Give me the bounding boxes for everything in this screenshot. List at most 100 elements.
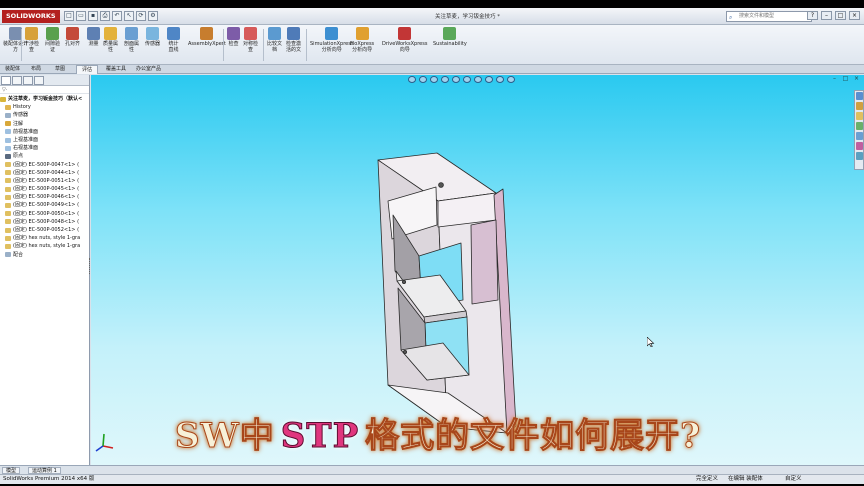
sheet-metal-cabinet-model[interactable] [91,75,864,465]
options-icon[interactable]: ⚙ [148,11,158,21]
ribbon-separator [223,29,224,61]
tree-item-root[interactable]: 关注草麦，学习钣金技巧（默认< [0,95,89,103]
symmetry-check-icon [244,27,257,40]
display-manager-tab-icon[interactable] [34,76,44,85]
ribbon-button-check[interactable]: 检查 [227,27,240,47]
tree-item-right-plane[interactable]: 右视基准面 [0,144,89,152]
select-icon[interactable]: ↖ [124,11,134,21]
ribbon-button-sustainability[interactable]: Sustainability [433,27,467,47]
tree-item-origin[interactable]: 原点 [0,152,89,160]
assemblyxpert-icon [200,27,214,40]
search-placeholder: 搜索文件和模型 [739,13,775,19]
ribbon-button-section-properties[interactable]: 剖面属 性 [124,27,139,53]
tree-item-mates[interactable]: 配合 [0,251,89,259]
ribbon-button-measure[interactable]: 测量 [87,27,100,47]
minimize-button[interactable]: – [821,11,832,20]
property-manager-tab-icon[interactable] [12,76,22,85]
tab-model[interactable]: 模型 [2,467,21,474]
simulationxpress-icon [325,27,339,40]
ribbon-separator [306,29,307,61]
open-file-icon[interactable]: ▭ [76,11,86,21]
floxpress-icon [355,27,369,40]
search-input[interactable]: ⌕ 搜索文件和模型 [726,11,812,22]
tree-filter[interactable]: ▽· [0,86,89,94]
tree-item-component[interactable]: (固定) EC-500P-0044<1> ( [0,169,89,177]
plane-icon [5,145,11,151]
ribbon-button-mass-properties[interactable]: 质量属 性 [103,27,118,53]
feature-manager-panel: ▽· 关注草麦，学习钣金技巧（默认< History 传感器 注解 前视基准面 … [0,75,90,465]
configuration-manager-tab-icon[interactable] [23,76,33,85]
tree-item-component[interactable]: (固定) EC-500P-0050<1> ( [0,210,89,218]
tab-assembly[interactable]: 装配体 [0,65,25,74]
tree-item-component[interactable]: (固定) EC-500P-0048<1> ( [0,218,89,226]
tab-layout[interactable]: 布局 [26,65,46,74]
tree-item-history[interactable]: History [0,103,89,111]
tree-item-component[interactable]: (固定) EC-500P-0052<1> ( [0,226,89,234]
bottom-tab-bar: 模型 运动算例 1 [0,465,864,474]
tree-item-component[interactable]: (固定) EC-500P-0047<1> ( [0,161,89,169]
check-active-icon [287,27,300,40]
tree-item-annotations[interactable]: 注解 [0,120,89,128]
part-icon [5,170,11,176]
ribbon-button-statistics[interactable]: 统计 直线 [167,27,180,53]
ribbon-button-assemblyxpert[interactable]: AssemblyXpert [188,27,226,47]
tree-item-component[interactable]: (固定) EC-500P-0051<1> ( [0,177,89,185]
rebuild-icon[interactable]: ⟳ [136,11,146,21]
feature-tree: 关注草麦，学习钣金技巧（默认< History 传感器 注解 前视基准面 上视基… [0,94,89,259]
tree-item-component[interactable]: (固定) EC-500P-0046<1> ( [0,193,89,201]
origin-icon [5,153,11,159]
tab-evaluate[interactable]: 评估 [76,65,99,74]
part-icon [5,186,11,192]
part-icon [5,219,11,225]
maximize-button[interactable]: □ [835,11,846,20]
ribbon-button-sensor[interactable]: 传感器 [145,27,160,47]
status-editing: 在编辑 装配体 [728,476,763,482]
ribbon-separator [21,29,22,61]
folder-icon [5,104,11,110]
ribbon-button-hole-alignment[interactable]: 孔对齐 [65,27,80,47]
ribbon-button-driveworksxpress[interactable]: DriveWorksXpress 向导 [382,27,427,53]
driveworksxpress-icon [398,27,412,40]
mouse-cursor-icon [647,337,655,347]
ribbon-button-floxpress[interactable]: FloXpress 分析向导 [350,27,374,53]
tree-item-front-plane[interactable]: 前视基准面 [0,128,89,136]
reference-triad-icon [95,433,114,452]
tree-item-component[interactable]: (固定) hex nuts, style 1-gra [0,234,89,242]
tree-item-component[interactable]: (固定) EC-500P-0049<1> ( [0,201,89,209]
tree-item-component[interactable]: (固定) hex nuts, style 1-gra [0,242,89,250]
ribbon-button-symmetry-check[interactable]: 对称检 查 [243,27,258,53]
save-icon[interactable]: ▪ [88,11,98,21]
video-caption: SW中 STP 格式的文件如何展开? [175,416,702,457]
annotation-icon [5,121,11,127]
ribbon-button-simulationxpress[interactable]: SimulationXpress 分析向导 [310,27,353,53]
tab-sketch[interactable]: 草图 [50,65,70,74]
ribbon-button-check-active[interactable]: 检查激 活的文 [286,27,301,53]
check-icon [227,27,240,40]
print-icon[interactable]: ⎙ [100,11,110,21]
ribbon-button-clearance[interactable]: 间隙验 证 [45,27,60,53]
plane-icon [5,129,11,135]
new-file-icon[interactable]: □ [64,11,74,21]
ribbon-button-interference[interactable]: 干涉检 查 [24,27,39,53]
tab-markup[interactable]: 覆盖工具 [101,65,131,74]
sensor-icon [146,27,159,40]
solidworks-logo[interactable]: SOLIDWORKS [2,10,60,23]
interference-icon [25,27,38,40]
tab-office-products[interactable]: 办公室产品 [131,65,166,74]
help-icon[interactable]: ? [807,11,818,20]
solidworks-window: SOLIDWORKS □ ▭ ▪ ⎙ ↶ ↖ ⟳ ⚙ 关注草麦，学习钣金技巧 *… [0,8,864,484]
ribbon-button-compare-documents[interactable]: 比较文 档 [267,27,282,53]
close-button[interactable]: × [849,11,860,20]
part-icon [5,235,11,241]
tree-item-component[interactable]: (固定) EC-500P-0045<1> ( [0,185,89,193]
clearance-icon [46,27,59,40]
feature-manager-tab-icon[interactable] [1,76,11,85]
assembly-icon [0,96,6,102]
graphics-area[interactable]: – □ × [91,75,864,465]
status-custom[interactable]: 自定义 [785,475,802,484]
title-bar: SOLIDWORKS □ ▭ ▪ ⎙ ↶ ↖ ⟳ ⚙ 关注草麦，学习钣金技巧 *… [0,8,864,25]
undo-icon[interactable]: ↶ [112,11,122,21]
tree-item-sensors[interactable]: 传感器 [0,111,89,119]
tab-motion-study[interactable]: 运动算例 1 [28,467,61,474]
tree-item-top-plane[interactable]: 上视基准面 [0,136,89,144]
